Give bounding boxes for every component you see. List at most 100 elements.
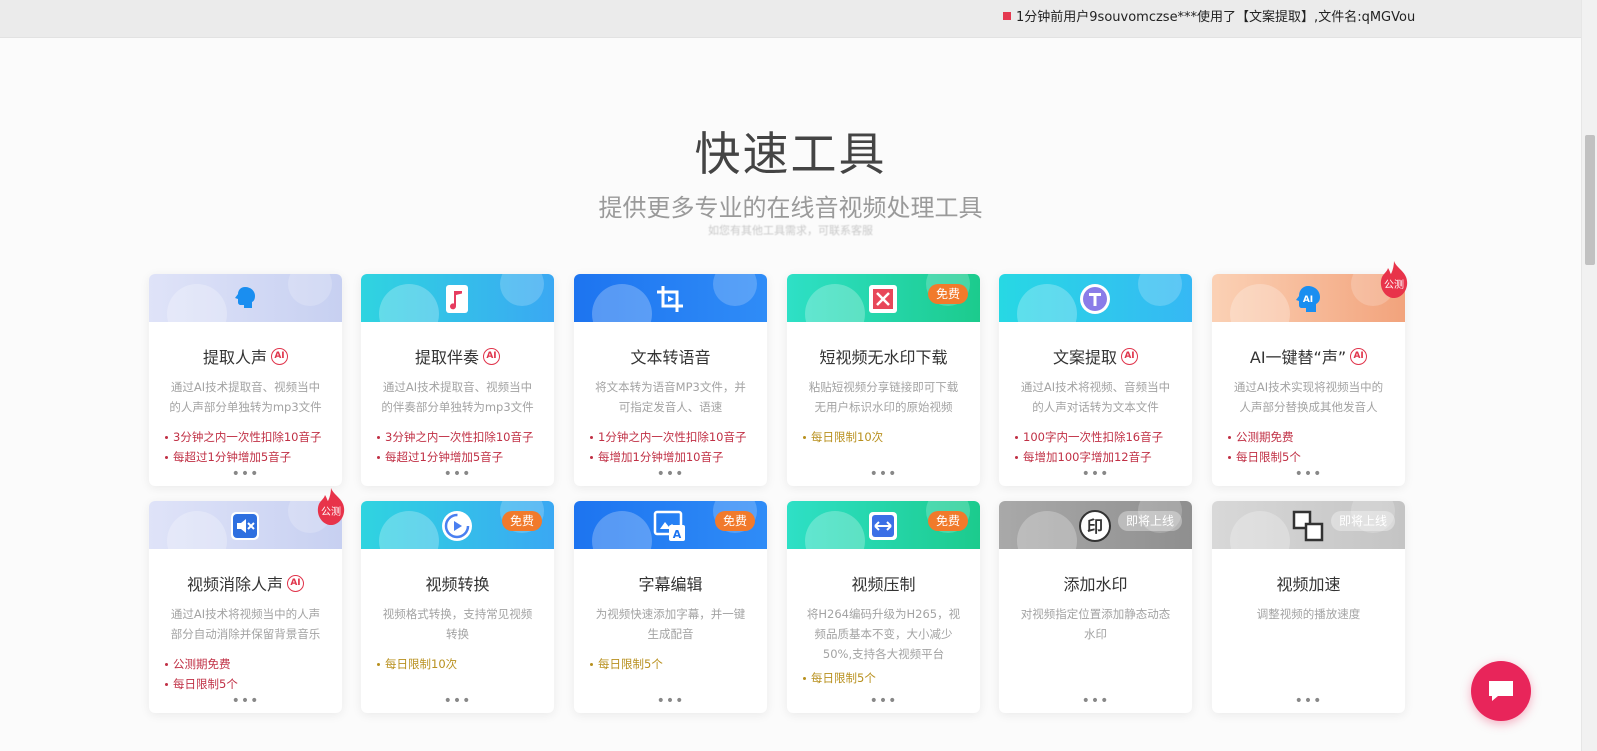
- page-note: 如您有其他工具需求，可联系客服: [708, 224, 873, 237]
- tool-card-video-speed[interactable]: 即将上线 视频加速 调整视频的播放速度 •••: [1212, 501, 1405, 713]
- card-title: 字幕编辑: [638, 575, 703, 594]
- more-icon[interactable]: •••: [787, 693, 980, 709]
- ai-badge-icon: AI: [483, 347, 500, 365]
- more-icon[interactable]: •••: [999, 693, 1192, 709]
- card-description: 将文本转为语音MP3文件，并可指定发音人、语速: [595, 380, 746, 414]
- pricing-item: 每日限制5个: [1228, 447, 1405, 467]
- pricing-item: 每日限制10次: [377, 654, 554, 674]
- tool-card-copy-extraction[interactable]: 文案提取 AI 通过AI技术将视频、音频当中的人声对话转为文本文件 100字内一次…: [999, 274, 1192, 486]
- convert-cycle-icon: [439, 508, 475, 544]
- compress-arrows-icon: [865, 508, 901, 544]
- more-icon[interactable]: •••: [999, 466, 1192, 482]
- tool-card-text-to-speech[interactable]: 文本转语音 将文本转为语音MP3文件，并可指定发音人、语速 1分钟之内一次性扣除…: [574, 274, 767, 486]
- pricing-item: 3分钟之内一次性扣除10音子: [165, 427, 342, 447]
- pricing-item: 每增加1分钟增加10音子: [590, 447, 767, 467]
- card-title: 视频加速: [1276, 575, 1341, 594]
- tool-card-video-convert[interactable]: 免费 视频转换 视频格式转换，支持常见视频转换 每日限制10次 •••: [361, 501, 554, 713]
- free-badge: 免费: [501, 511, 542, 531]
- card-title: AI一键替“声” AI: [1212, 344, 1405, 368]
- tool-card-subtitle-edit[interactable]: A 免费 字幕编辑 为视频快速添加字幕，并一键生成配音 每日限制5个 •••: [574, 501, 767, 713]
- pricing-item: 1分钟之内一次性扣除10音子: [590, 427, 767, 447]
- remove-watermark-icon: [865, 281, 901, 317]
- pricing-item: 每增加100字增加12音子: [1015, 447, 1192, 467]
- seal-icon: 印: [1077, 508, 1113, 544]
- svg-text:AI: AI: [1303, 295, 1313, 305]
- free-badge: 免费: [714, 511, 755, 531]
- card-pricing: 1分钟之内一次性扣除10音子 每增加1分钟增加10音子: [590, 427, 767, 467]
- tool-card-remove-vocals[interactable]: 公测 视频消除人声 AI 通过AI技术将视频当中的人声部分自动消除并保留背景音乐 …: [149, 488, 345, 713]
- card-description: 为视频快速添加字幕，并一键生成配音: [595, 607, 746, 641]
- page-subtitle: 提供更多专业的在线音视频处理工具: [598, 194, 983, 222]
- card-header: 免费: [787, 274, 980, 322]
- card-header: [999, 274, 1192, 322]
- tool-card-video-compress[interactable]: 免费 视频压制 将H264编码升级为H265，视频品质基本不变，大小减少50%,…: [787, 501, 980, 713]
- card-description: 通过AI技术提取音、视频当中的人声部分单独转为mp3文件: [169, 380, 322, 414]
- ai-head-icon: AI: [1290, 281, 1326, 317]
- more-icon[interactable]: •••: [361, 693, 554, 709]
- more-icon[interactable]: •••: [149, 466, 342, 482]
- more-icon[interactable]: •••: [787, 466, 980, 482]
- subtitle-icon: A: [652, 508, 688, 544]
- card-header: [149, 274, 342, 322]
- card-description: 调整视频的播放速度: [1256, 607, 1361, 621]
- card-description: 粘贴短视频分享链接即可下载无用户标识水印的原始视频: [808, 380, 959, 414]
- card-pricing: 每日限制5个: [590, 654, 767, 674]
- crop-icon: [652, 281, 688, 317]
- card-title: 视频转换: [425, 575, 490, 594]
- card-header: 免费: [787, 501, 980, 549]
- ticker-bullet-icon: [1003, 11, 1011, 20]
- card-header: [361, 274, 554, 322]
- card-header: 印 即将上线: [999, 501, 1192, 549]
- card-header: 即将上线: [1212, 501, 1405, 549]
- beta-flame-badge: 公测: [1377, 260, 1411, 300]
- music-file-icon: [439, 281, 475, 317]
- card-pricing: 3分钟之内一次性扣除10音子 每超过1分钟增加5音子: [165, 427, 342, 467]
- ai-badge-icon: AI: [1350, 347, 1368, 365]
- more-icon[interactable]: •••: [574, 693, 767, 709]
- page-scrollbar[interactable]: [1581, 0, 1597, 751]
- card-pricing: 100字内一次性扣除16音子 每增加100字增加12音子: [1015, 427, 1192, 467]
- card-title: 短视频无水印下载: [819, 348, 948, 367]
- text-t-icon: [1077, 281, 1113, 317]
- pricing-item: 100字内一次性扣除16音子: [1015, 427, 1192, 447]
- card-title: 视频压制: [851, 575, 916, 594]
- more-icon[interactable]: •••: [1212, 466, 1405, 482]
- card-description: 通过AI技术将视频当中的人声部分自动消除并保留背景音乐: [170, 607, 321, 641]
- more-icon[interactable]: •••: [361, 466, 554, 482]
- card-title: 提取人声 AI: [149, 344, 342, 368]
- card-title: 文本转语音: [630, 348, 711, 367]
- card-description: 将H264编码升级为H265，视频品质基本不变，大小减少50%,支持各大视频平台: [806, 607, 961, 661]
- card-header: 免费: [361, 501, 554, 549]
- pricing-item: 每日限制5个: [165, 674, 342, 694]
- tool-card-add-watermark[interactable]: 印 即将上线 添加水印 对视频指定位置添加静态动态水印 •••: [999, 501, 1192, 713]
- mute-speaker-icon: [227, 508, 263, 544]
- svg-text:印: 印: [1087, 517, 1103, 536]
- tool-card-ai-voice-swap[interactable]: AI 公测 AI一键替“声” AI 通过AI技术实现将视频当中的人声部分替换成其他…: [1212, 261, 1408, 486]
- card-header: A 免费: [574, 501, 767, 549]
- scrollbar-thumb[interactable]: [1585, 135, 1595, 265]
- pricing-item: 3分钟之内一次性扣除10音子: [377, 427, 554, 447]
- page-title: 快速工具: [694, 127, 887, 181]
- tool-card-extract-vocals[interactable]: 提取人声 AI 通过AI技术提取音、视频当中的人声部分单独转为mp3文件 3分钟之…: [149, 274, 342, 486]
- ai-badge-icon: AI: [1121, 347, 1138, 365]
- pricing-item: 公测期免费: [165, 654, 342, 674]
- free-badge: 免费: [927, 511, 968, 531]
- card-pricing: 每日限制10次: [377, 654, 554, 674]
- card-title: 提取伴奏 AI: [361, 344, 554, 368]
- more-icon[interactable]: •••: [574, 466, 767, 482]
- tool-card-watermark-free-download[interactable]: 免费 短视频无水印下载 粘贴短视频分享链接即可下载无用户标识水印的原始视频 每日…: [787, 274, 980, 486]
- card-pricing: 每日限制10次: [803, 427, 980, 447]
- chat-bubble-icon: [1489, 681, 1513, 701]
- card-description: 视频格式转换，支持常见视频转换: [382, 607, 533, 641]
- card-title: 视频消除人声 AI: [149, 571, 342, 595]
- chat-support-button[interactable]: [1471, 661, 1531, 721]
- more-icon[interactable]: •••: [149, 693, 342, 709]
- pricing-item: 每超过1分钟增加5音子: [165, 447, 342, 467]
- more-icon[interactable]: •••: [1212, 693, 1405, 709]
- card-title: 文案提取 AI: [999, 344, 1192, 368]
- card-description: 对视频指定位置添加静态动态水印: [1020, 607, 1171, 641]
- card-pricing: 每日限制5个: [803, 668, 980, 688]
- card-description: 通过AI技术提取音、视频当中的伴奏部分单独转为mp3文件: [381, 380, 534, 414]
- card-header: [574, 274, 767, 322]
- tool-card-extract-accompaniment[interactable]: 提取伴奏 AI 通过AI技术提取音、视频当中的伴奏部分单独转为mp3文件 3分钟之…: [361, 274, 554, 486]
